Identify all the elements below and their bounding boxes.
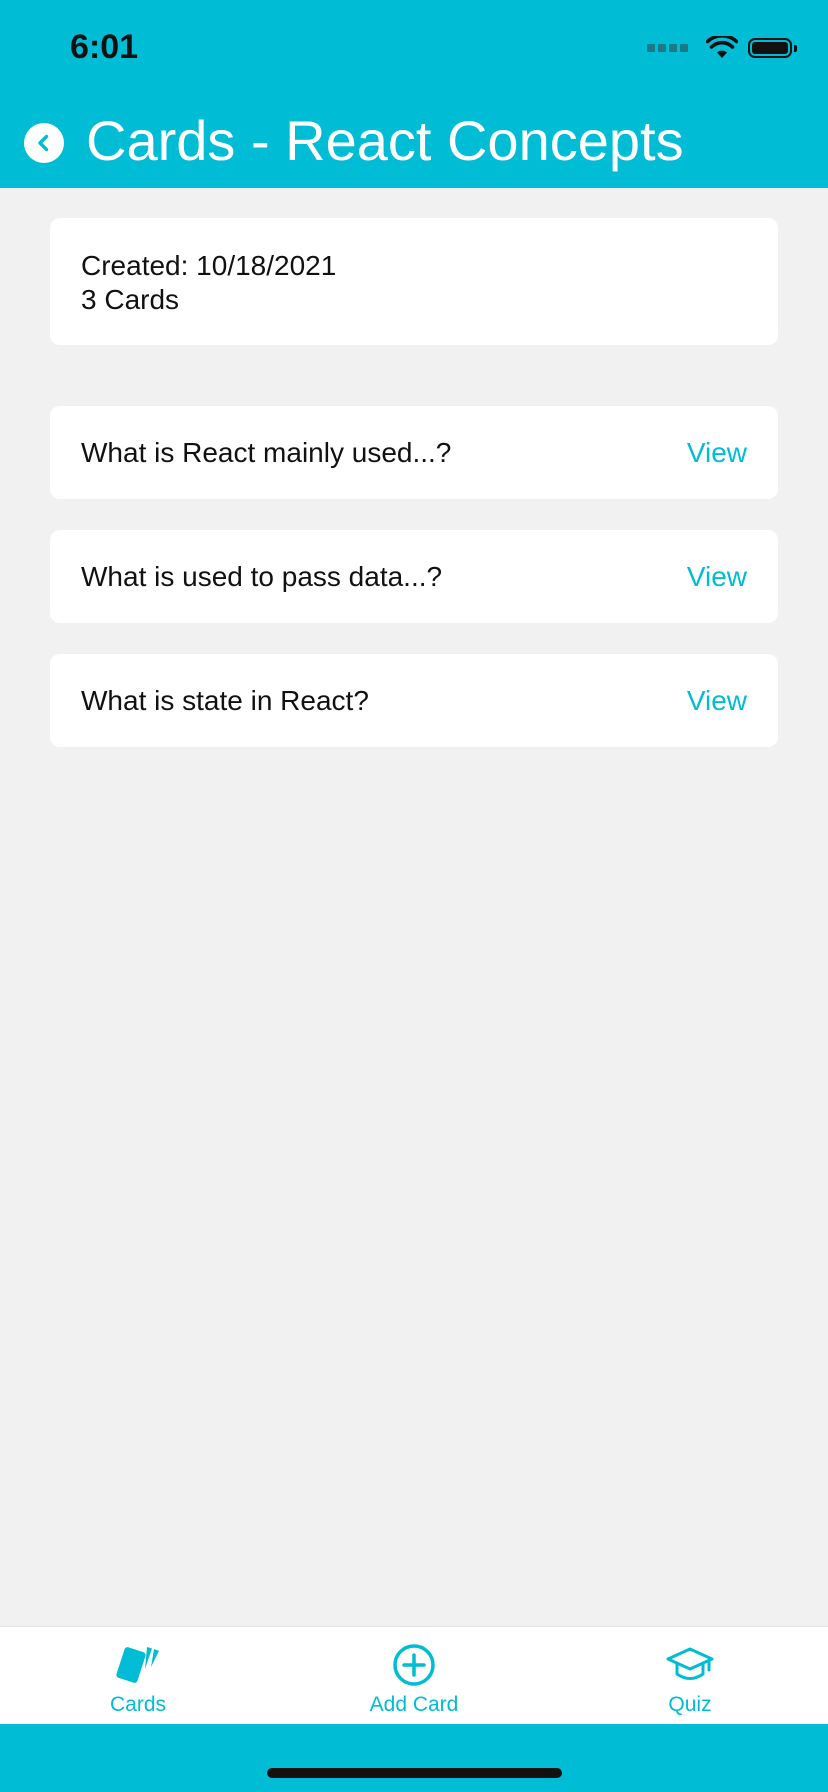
created-date: Created: 10/18/2021 [81,250,337,281]
view-card-button[interactable]: View [687,685,747,717]
tab-label: Quiz [668,1693,712,1716]
page-title: Cards - React Concepts [86,109,684,172]
status-icons [647,36,797,60]
plus-circle-icon [393,1644,435,1686]
tab-label: Cards [109,1693,167,1716]
view-card-button[interactable]: View [687,561,747,593]
app-header: 6:01 Cards - React Concepts [0,0,828,188]
tab-cards[interactable]: Cards [38,1627,238,1725]
card-question: What is used to pass data...? [81,560,443,592]
chevron-left-icon [38,134,49,152]
home-indicator[interactable] [267,1768,562,1778]
bottom-bar [0,1724,828,1792]
wifi-icon [706,36,738,58]
tab-add-card[interactable]: Add Card [314,1627,514,1725]
card-row: What is state in React? View [50,654,778,747]
tab-bar: Cards Add Card Quiz [0,1626,828,1725]
cards-icon [116,1647,159,1683]
tab-quiz[interactable]: Quiz [590,1627,790,1725]
graduation-cap-icon [666,1647,714,1680]
card-count: 3 Cards [81,284,180,315]
battery-icon [748,38,797,58]
status-time: 6:01 [70,28,139,66]
back-button[interactable] [24,123,64,163]
tab-label: Add Card [369,1693,459,1716]
card-question: What is state in React? [81,684,369,716]
view-card-button[interactable]: View [687,437,747,469]
card-row: What is used to pass data...? View [50,530,778,623]
card-row: What is React mainly used...? View [50,406,778,499]
deck-info-card: Created: 10/18/2021 3 Cards [50,218,778,345]
cellular-signal-icon [647,44,688,52]
card-question: What is React mainly used...? [81,436,452,468]
